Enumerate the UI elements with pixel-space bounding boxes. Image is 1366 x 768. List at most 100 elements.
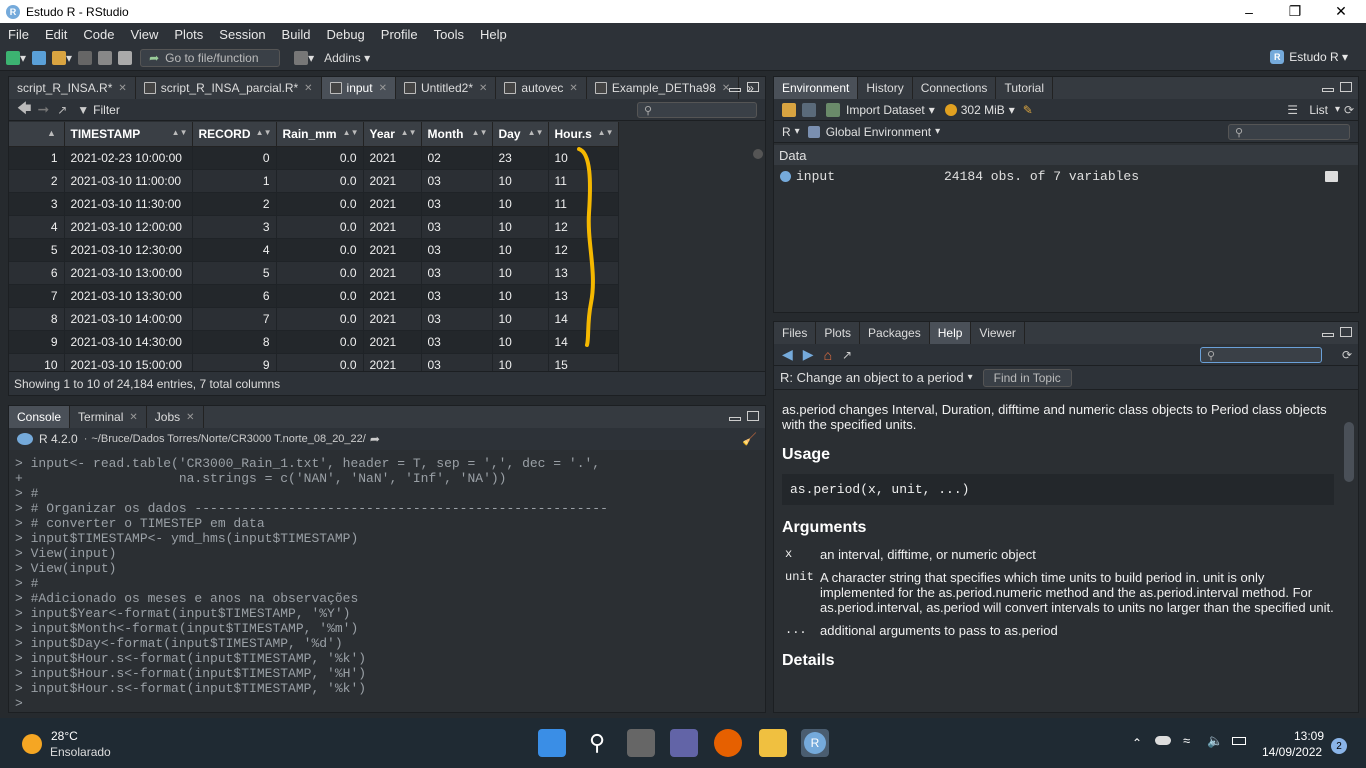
col-timestamp[interactable]: TIMESTAMP ▲▼ xyxy=(64,122,193,147)
tab-input[interactable]: input ✕ xyxy=(321,77,396,99)
menu-help[interactable]: Help xyxy=(472,27,515,42)
tab-plots[interactable]: Plots xyxy=(816,322,861,344)
scrollbar-thumb[interactable] xyxy=(753,149,763,159)
goto-dir-icon[interactable]: ➦ xyxy=(370,432,380,446)
minimize-pane-icon[interactable] xyxy=(729,88,741,92)
table-row[interactable]: 4 2021-03-10 12:00:00 3 0.0 2021 03 10 12 xyxy=(9,215,619,239)
open-file-button[interactable]: ▾ xyxy=(52,49,72,67)
minimize-pane-icon[interactable] xyxy=(729,417,741,421)
maximize-pane-icon[interactable] xyxy=(1340,82,1352,92)
cloud-icon[interactable] xyxy=(1155,736,1171,745)
close-icon[interactable]: ✕ xyxy=(118,83,126,94)
wifi-icon[interactable]: ≈ xyxy=(1183,733,1190,748)
project-menu[interactable]: R Estudo R ▾ xyxy=(1270,50,1348,64)
forward-arrow-icon[interactable]: ▶ xyxy=(803,346,814,363)
close-icon[interactable]: ✕ xyxy=(379,83,387,94)
table-row[interactable]: 9 2021-03-10 14:30:00 8 0.0 2021 03 10 14 xyxy=(9,330,619,354)
view-table-icon[interactable] xyxy=(1325,170,1338,182)
menu-debug[interactable]: Debug xyxy=(318,27,372,42)
dataviewer-search-input[interactable]: ⚲ xyxy=(637,102,757,118)
broom-icon[interactable]: ✎ xyxy=(1023,103,1033,117)
grid-button[interactable]: ▾ xyxy=(294,49,314,67)
minimize-pane-icon[interactable] xyxy=(1322,333,1334,337)
tab-connections[interactable]: Connections xyxy=(912,77,997,99)
env-row-input[interactable]: input 24184 obs. of 7 variables xyxy=(774,165,1358,187)
save-button[interactable] xyxy=(78,49,93,67)
expand-icon[interactable] xyxy=(780,170,791,182)
tab-untitled2[interactable]: Untitled2* ✕ xyxy=(395,77,497,99)
tab-script-insa[interactable]: script_R_INSA.R* ✕ xyxy=(9,77,136,99)
save-all-button[interactable] xyxy=(98,49,113,67)
global-environment-select[interactable]: Global Environment xyxy=(826,125,931,139)
tab-history[interactable]: History xyxy=(858,77,913,99)
col-day[interactable]: Day ▲▼ xyxy=(492,122,549,147)
weather-condition[interactable]: Ensolarado xyxy=(50,745,111,759)
home-icon[interactable]: ⌂ xyxy=(824,347,832,363)
file-explorer-icon[interactable] xyxy=(759,729,787,757)
battery-icon[interactable] xyxy=(1232,737,1246,745)
menu-file[interactable]: File xyxy=(0,27,37,42)
new-file-button[interactable]: ▾ xyxy=(6,49,26,67)
tab-jobs[interactable]: Jobs ✕ xyxy=(146,406,204,428)
tab-script-insa-parcial[interactable]: script_R_INSA_parcial.R* ✕ xyxy=(135,77,322,99)
rstudio-taskbar-icon[interactable]: R xyxy=(801,729,829,757)
goto-file-input[interactable]: ➦ Go to file/function xyxy=(140,48,281,67)
chevron-up-icon[interactable]: ⌃ xyxy=(1132,736,1142,750)
help-topic-select[interactable]: R: Change an object to a period xyxy=(780,370,964,385)
col-record[interactable]: RECORD ▲▼ xyxy=(192,122,277,147)
tab-console[interactable]: Console xyxy=(9,406,71,428)
addins-button[interactable]: Addins ▾ xyxy=(324,49,370,67)
tab-example-detha98[interactable]: Example_DETha98 ✕ xyxy=(586,77,740,99)
back-arrow-icon[interactable]: ◀ xyxy=(782,346,793,363)
list-view-button[interactable]: List xyxy=(1309,103,1328,117)
refresh-icon[interactable]: ⟳ xyxy=(1344,103,1354,117)
col-rownum[interactable]: ▲ xyxy=(9,122,65,147)
maximize-pane-icon[interactable] xyxy=(747,82,759,92)
col-rain-mm[interactable]: Rain_mm ▲▼ xyxy=(276,122,364,147)
tab-tutorial[interactable]: Tutorial xyxy=(996,77,1054,99)
menu-profile[interactable]: Profile xyxy=(373,27,426,42)
table-row[interactable]: 7 2021-03-10 13:30:00 6 0.0 2021 03 10 13 xyxy=(9,284,619,308)
notification-badge[interactable]: 2 xyxy=(1331,738,1347,754)
menu-view[interactable]: View xyxy=(122,27,166,42)
console-scrollbar[interactable] xyxy=(753,450,763,708)
maximize-pane-icon[interactable] xyxy=(1340,327,1352,337)
col-month[interactable]: Month ▲▼ xyxy=(421,122,493,147)
minimize-pane-icon[interactable] xyxy=(1322,88,1334,92)
close-icon[interactable]: ✕ xyxy=(129,412,137,423)
table-row[interactable]: 3 2021-03-10 11:30:00 2 0.0 2021 03 10 11 xyxy=(9,192,619,216)
tab-packages[interactable]: Packages xyxy=(860,322,930,344)
save-workspace-icon[interactable] xyxy=(802,102,816,117)
new-project-button[interactable] xyxy=(32,49,47,67)
menu-build[interactable]: Build xyxy=(274,27,319,42)
forward-arrow-icon[interactable]: ➞ xyxy=(37,101,49,118)
task-view-icon[interactable] xyxy=(627,729,655,757)
table-row[interactable]: 5 2021-03-10 12:30:00 4 0.0 2021 03 10 12 xyxy=(9,238,619,262)
import-dataset-button[interactable]: Import Dataset xyxy=(846,103,925,117)
minimize-button[interactable]: – xyxy=(1226,0,1272,23)
refresh-icon[interactable]: ⟳ xyxy=(1342,348,1352,362)
close-icon[interactable]: ✕ xyxy=(186,412,194,423)
weather-temperature[interactable]: 28°C xyxy=(51,729,78,743)
help-scrollbar[interactable] xyxy=(1344,392,1354,708)
table-row[interactable]: 2 2021-03-10 11:00:00 1 0.0 2021 03 10 11 xyxy=(9,169,619,193)
table-row[interactable]: 6 2021-03-10 13:00:00 5 0.0 2021 03 10 13 xyxy=(9,261,619,285)
filter-button[interactable]: Filter xyxy=(93,103,120,117)
tab-viewer[interactable]: Viewer xyxy=(971,322,1025,344)
print-button[interactable] xyxy=(118,49,133,67)
help-search-input[interactable]: ⚲ xyxy=(1200,347,1322,363)
tab-files[interactable]: Files xyxy=(774,322,817,344)
external-icon[interactable]: ↗ xyxy=(842,348,852,362)
language-select[interactable]: R xyxy=(782,125,791,139)
load-workspace-icon[interactable] xyxy=(782,102,796,117)
clear-console-icon[interactable]: 🧹 xyxy=(742,432,757,446)
speaker-icon[interactable]: 🔈 xyxy=(1207,733,1223,749)
table-row[interactable]: 1 2021-02-23 10:00:00 0 0.0 2021 02 23 10 xyxy=(9,146,619,170)
memory-usage[interactable]: 302 MiB xyxy=(961,103,1005,117)
table-row[interactable]: 8 2021-03-10 14:00:00 7 0.0 2021 03 10 14 xyxy=(9,307,619,331)
menu-edit[interactable]: Edit xyxy=(37,27,75,42)
close-icon[interactable]: ✕ xyxy=(569,83,577,94)
menu-tools[interactable]: Tools xyxy=(426,27,472,42)
search-icon[interactable]: ⚲ xyxy=(583,729,611,757)
external-icon[interactable]: ↗ xyxy=(57,103,67,117)
